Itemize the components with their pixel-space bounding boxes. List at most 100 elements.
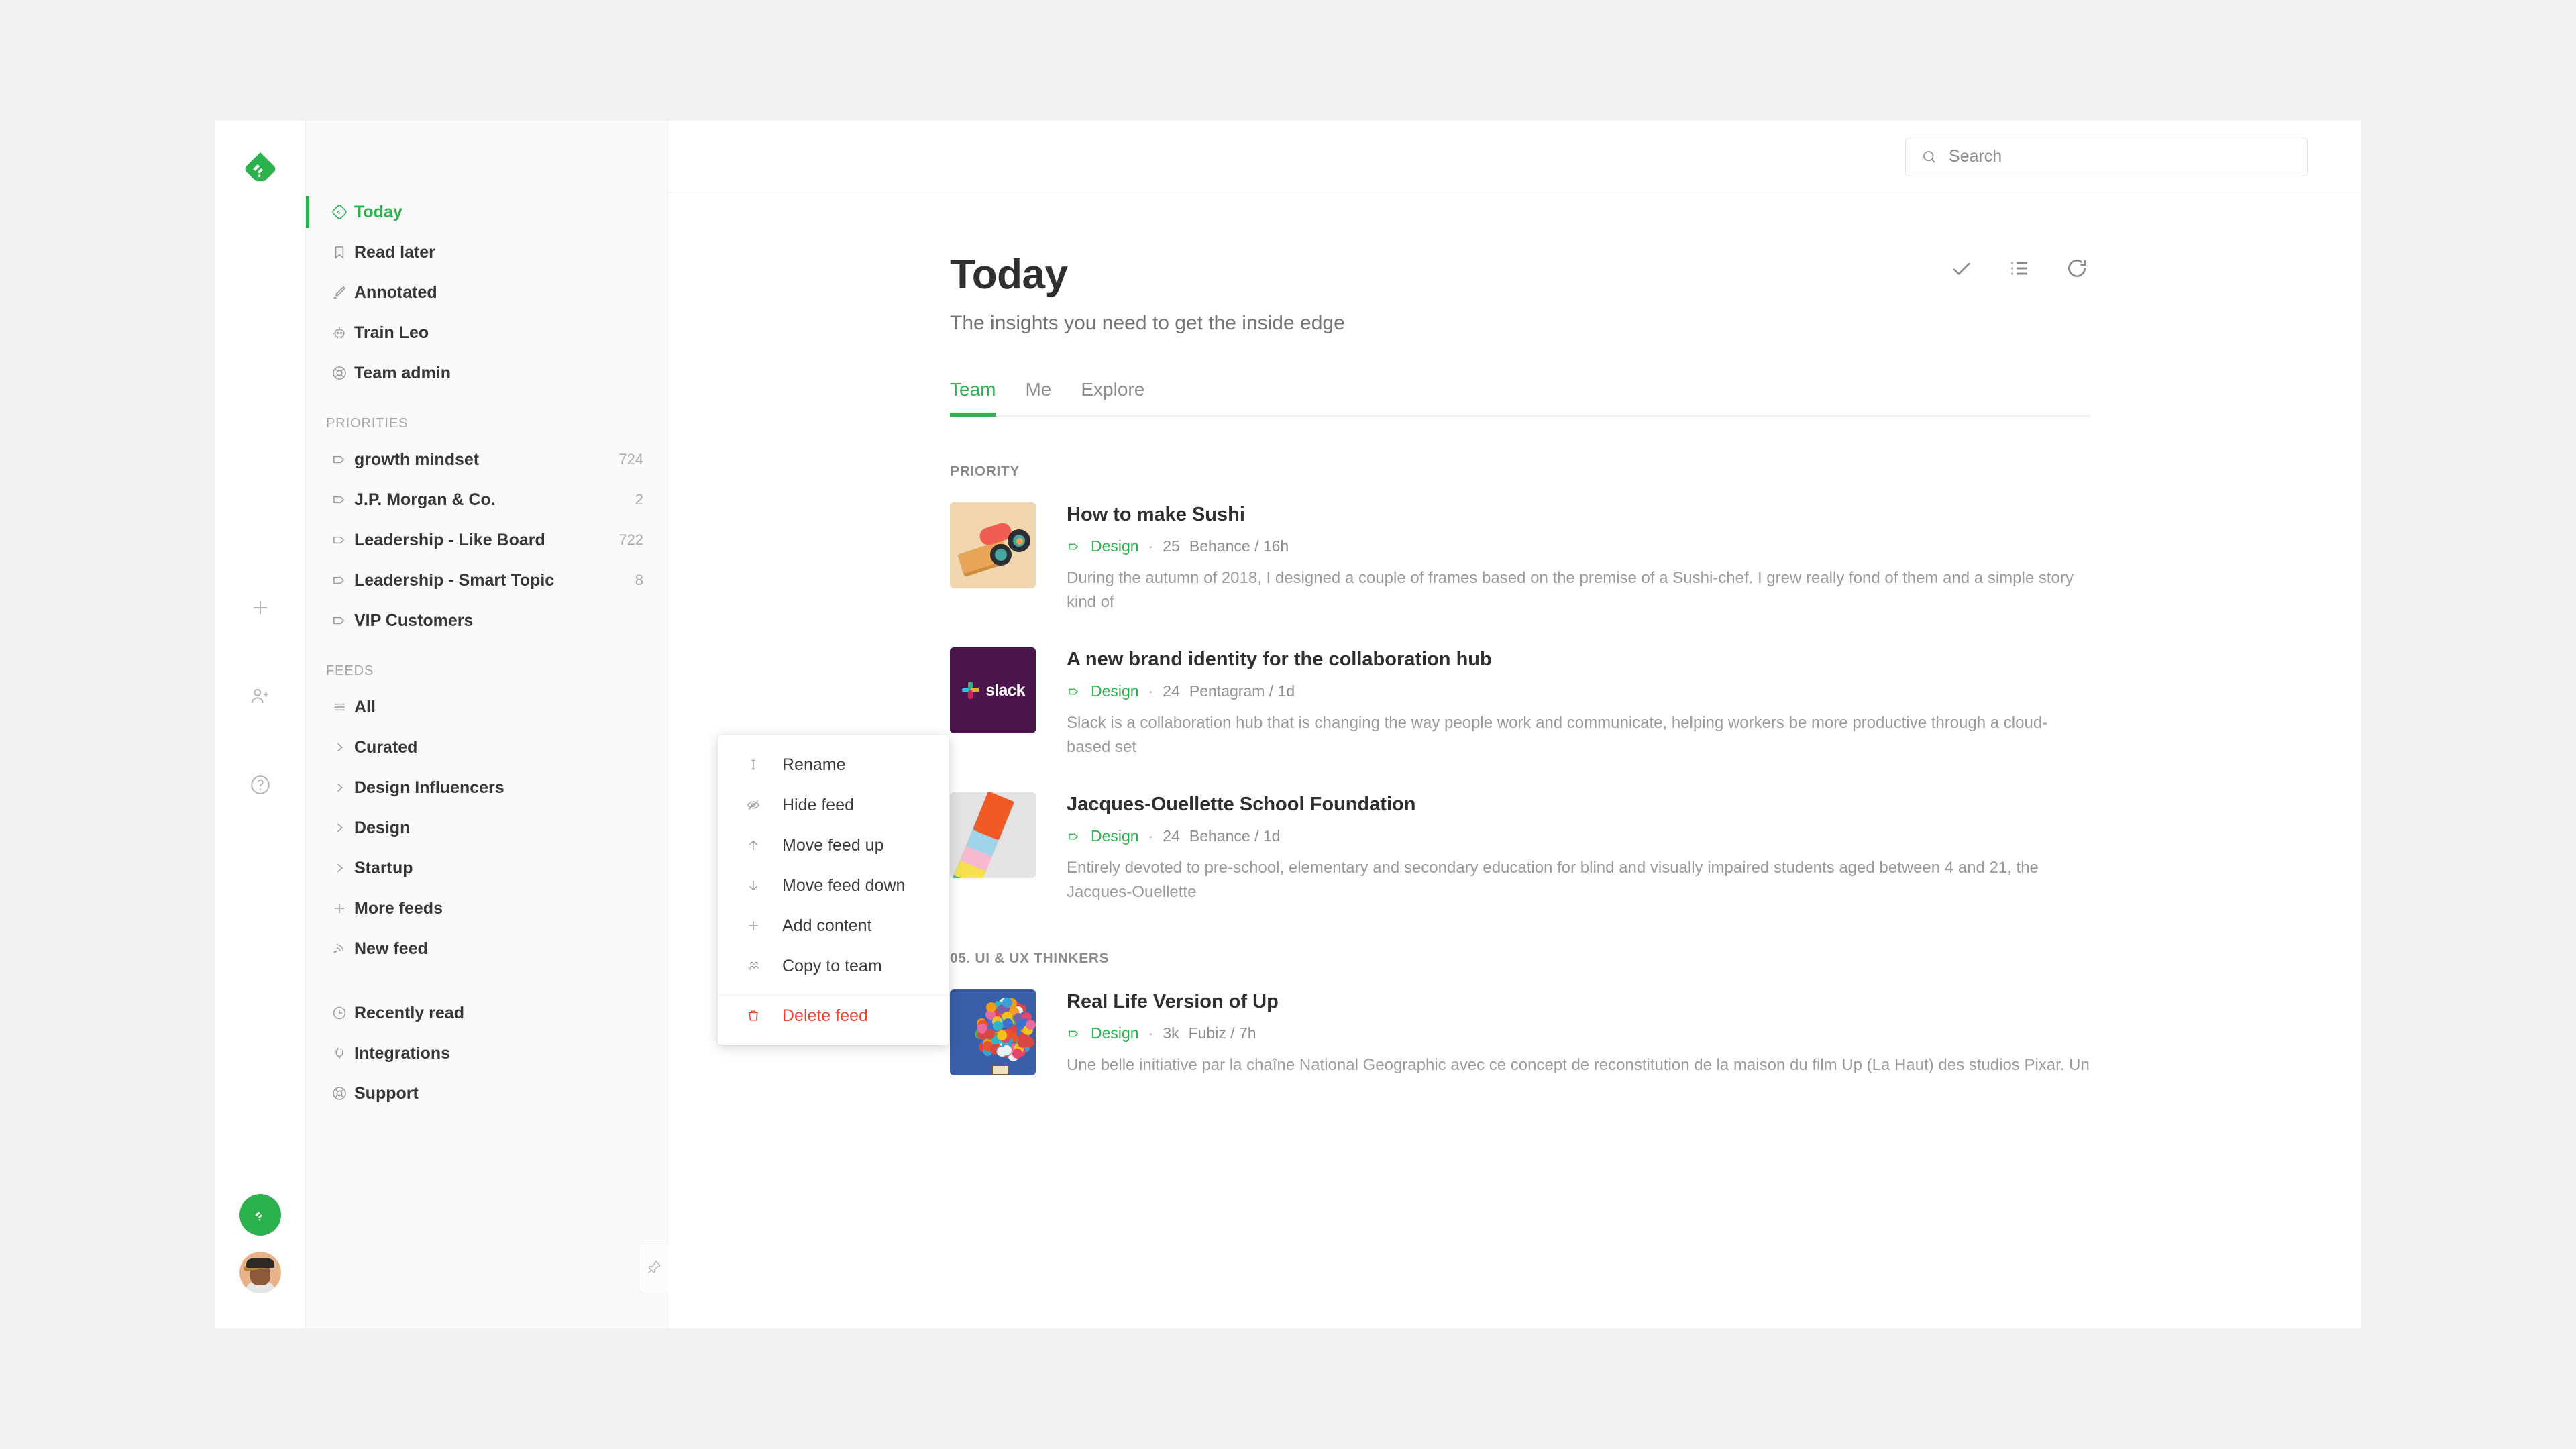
- slack-wordmark: slack: [985, 681, 1025, 700]
- refresh-button[interactable]: [2063, 255, 2090, 282]
- tag-icon: [325, 491, 354, 508]
- tab-explore[interactable]: Explore: [1081, 379, 1144, 415]
- feed-context-menu: Rename Hide feed Move feed up Move feed …: [718, 735, 949, 1045]
- article-title[interactable]: A new brand identity for the collaborati…: [1067, 649, 2090, 671]
- content-inner: Today The insights you need to get the i…: [950, 251, 2090, 1077]
- sidebar-item-read-later[interactable]: Read later: [306, 232, 667, 272]
- tag-icon: [325, 451, 354, 468]
- mark-all-read-button[interactable]: [1948, 255, 1975, 282]
- context-menu-item-hide-feed[interactable]: Hide feed: [718, 785, 949, 825]
- feedly-logo[interactable]: [215, 149, 306, 185]
- arrow-up-icon: [745, 837, 762, 853]
- article-title[interactable]: Jacques-Ouellette School Foundation: [1067, 794, 2090, 816]
- search-icon: [1921, 148, 1938, 166]
- rail-action-icons: [215, 590, 306, 802]
- sidebar-item-train-leo[interactable]: Train Leo: [306, 313, 667, 353]
- tag-icon: [325, 572, 354, 589]
- tag-icon: [325, 612, 354, 629]
- article-tag[interactable]: Design: [1091, 1024, 1139, 1042]
- chevron-right-icon: [325, 739, 354, 756]
- check-icon: [1948, 255, 1975, 282]
- sidebar-new-feed[interactable]: New feed: [306, 928, 667, 969]
- sidebar-item-recently-read[interactable]: Recently read: [306, 993, 667, 1033]
- feedly-badge-icon[interactable]: [239, 1194, 281, 1236]
- article-title[interactable]: How to make Sushi: [1067, 504, 2090, 526]
- context-menu-item-copy-to-team[interactable]: Copy to team: [718, 946, 949, 986]
- sidebar-feed-design-influencers[interactable]: Design Influencers: [306, 767, 667, 808]
- article-snippet: During the autumn of 2018, I designed a …: [1067, 566, 2090, 614]
- context-menu-item-label: Delete feed: [782, 1006, 868, 1026]
- article-body: A new brand identity for the collaborati…: [1067, 647, 2090, 759]
- sidebar-item-integrations[interactable]: Integrations: [306, 1033, 667, 1073]
- article-meta: Design · 3k Fubiz / 7h: [1067, 1024, 2090, 1042]
- search-box[interactable]: [1905, 138, 2308, 176]
- help-circle-icon[interactable]: [243, 767, 278, 802]
- sidebar-priority-leadership-smart-topic[interactable]: Leadership - Smart Topic 8: [306, 560, 667, 600]
- tag-icon: [1067, 1026, 1081, 1041]
- sidebar-item-label: J.P. Morgan & Co.: [354, 490, 496, 510]
- feedly-logo-icon: [242, 149, 278, 185]
- refresh-icon: [2063, 255, 2090, 282]
- up-balloons-thumbnail: [950, 989, 1036, 1075]
- article-source: Pentagram / 1d: [1189, 682, 1295, 700]
- sidebar-feed-all[interactable]: All: [306, 687, 667, 727]
- article-body: Jacques-Ouellette School Foundation Desi…: [1067, 792, 2090, 904]
- context-menu-item-add-content[interactable]: Add content: [718, 906, 949, 946]
- chevron-right-icon: [325, 779, 354, 796]
- cards-thumbnail: [950, 792, 1036, 878]
- meta-separator: ·: [1148, 827, 1154, 845]
- sidebar: Today Read later Annotated Train Leo Tea…: [306, 121, 668, 1328]
- article-tag[interactable]: Design: [1091, 827, 1139, 845]
- sidebar-item-today[interactable]: Today: [306, 192, 667, 232]
- article-row[interactable]: Real Life Version of Up Design · 3k Fubi…: [950, 989, 2090, 1077]
- article-title[interactable]: Real Life Version of Up: [1067, 991, 2090, 1013]
- highlighter-icon: [325, 284, 354, 301]
- sidebar-item-annotated[interactable]: Annotated: [306, 272, 667, 313]
- tab-me[interactable]: Me: [1025, 379, 1051, 415]
- sidebar-item-label: Leadership - Smart Topic: [354, 571, 554, 590]
- view-mode-button[interactable]: [2006, 255, 2033, 282]
- unread-count: 724: [619, 451, 667, 468]
- sidebar-feed-design[interactable]: Design: [306, 808, 667, 848]
- context-menu-item-move-feed-down[interactable]: Move feed down: [718, 865, 949, 906]
- article-snippet: Une belle initiative par la chaîne Natio…: [1067, 1053, 2090, 1077]
- tab-team[interactable]: Team: [950, 379, 996, 415]
- pin-sidebar-button[interactable]: [639, 1244, 668, 1293]
- sidebar-item-support[interactable]: Support: [306, 1073, 667, 1114]
- sidebar-feed-startup[interactable]: Startup: [306, 848, 667, 888]
- robot-icon: [325, 324, 354, 341]
- sidebar-item-label: Startup: [354, 859, 413, 878]
- sidebar-priority-growth-mindset[interactable]: growth mindset 724: [306, 439, 667, 480]
- sidebar-item-label: Train Leo: [354, 323, 429, 343]
- article-row[interactable]: How to make Sushi Design · 25 Behance / …: [950, 502, 2090, 614]
- rss-add-icon: [325, 940, 354, 957]
- tag-icon: [1067, 829, 1081, 844]
- sidebar-item-label: Design: [354, 818, 410, 838]
- article-engagement-count: 24: [1163, 682, 1180, 700]
- sidebar-priority-leadership-like-board[interactable]: Leadership - Like Board 722: [306, 520, 667, 560]
- context-menu-item-delete-feed[interactable]: Delete feed: [718, 996, 949, 1036]
- sidebar-priority-jp-morgan[interactable]: J.P. Morgan & Co. 2: [306, 480, 667, 520]
- search-input[interactable]: [1949, 147, 2292, 166]
- article-row[interactable]: Jacques-Ouellette School Foundation Desi…: [950, 792, 2090, 904]
- context-menu-item-move-feed-up[interactable]: Move feed up: [718, 825, 949, 865]
- user-avatar[interactable]: [239, 1252, 281, 1293]
- context-menu-item-label: Hide feed: [782, 796, 854, 815]
- article-meta: Design · 24 Pentagram / 1d: [1067, 682, 2090, 700]
- text-cursor-icon: [745, 757, 762, 773]
- article-tag[interactable]: Design: [1091, 682, 1139, 700]
- article-tag[interactable]: Design: [1091, 537, 1139, 555]
- article-engagement-count: 3k: [1163, 1024, 1179, 1042]
- lifebuoy-icon: [325, 1085, 354, 1102]
- sidebar-feeds-list: All Curated Design Influencers Design St…: [306, 687, 667, 969]
- sidebar-priority-vip-customers[interactable]: VIP Customers: [306, 600, 667, 641]
- article-engagement-count: 25: [1163, 537, 1180, 555]
- add-content-icon[interactable]: [243, 590, 278, 625]
- sidebar-more-feeds[interactable]: More feeds: [306, 888, 667, 928]
- context-menu-item-rename[interactable]: Rename: [718, 745, 949, 785]
- invite-user-icon[interactable]: [243, 679, 278, 714]
- sidebar-feed-curated[interactable]: Curated: [306, 727, 667, 767]
- sidebar-item-label: Read later: [354, 243, 435, 262]
- sidebar-item-team-admin[interactable]: Team admin: [306, 353, 667, 393]
- article-row[interactable]: slack A new brand identity for the colla…: [950, 647, 2090, 759]
